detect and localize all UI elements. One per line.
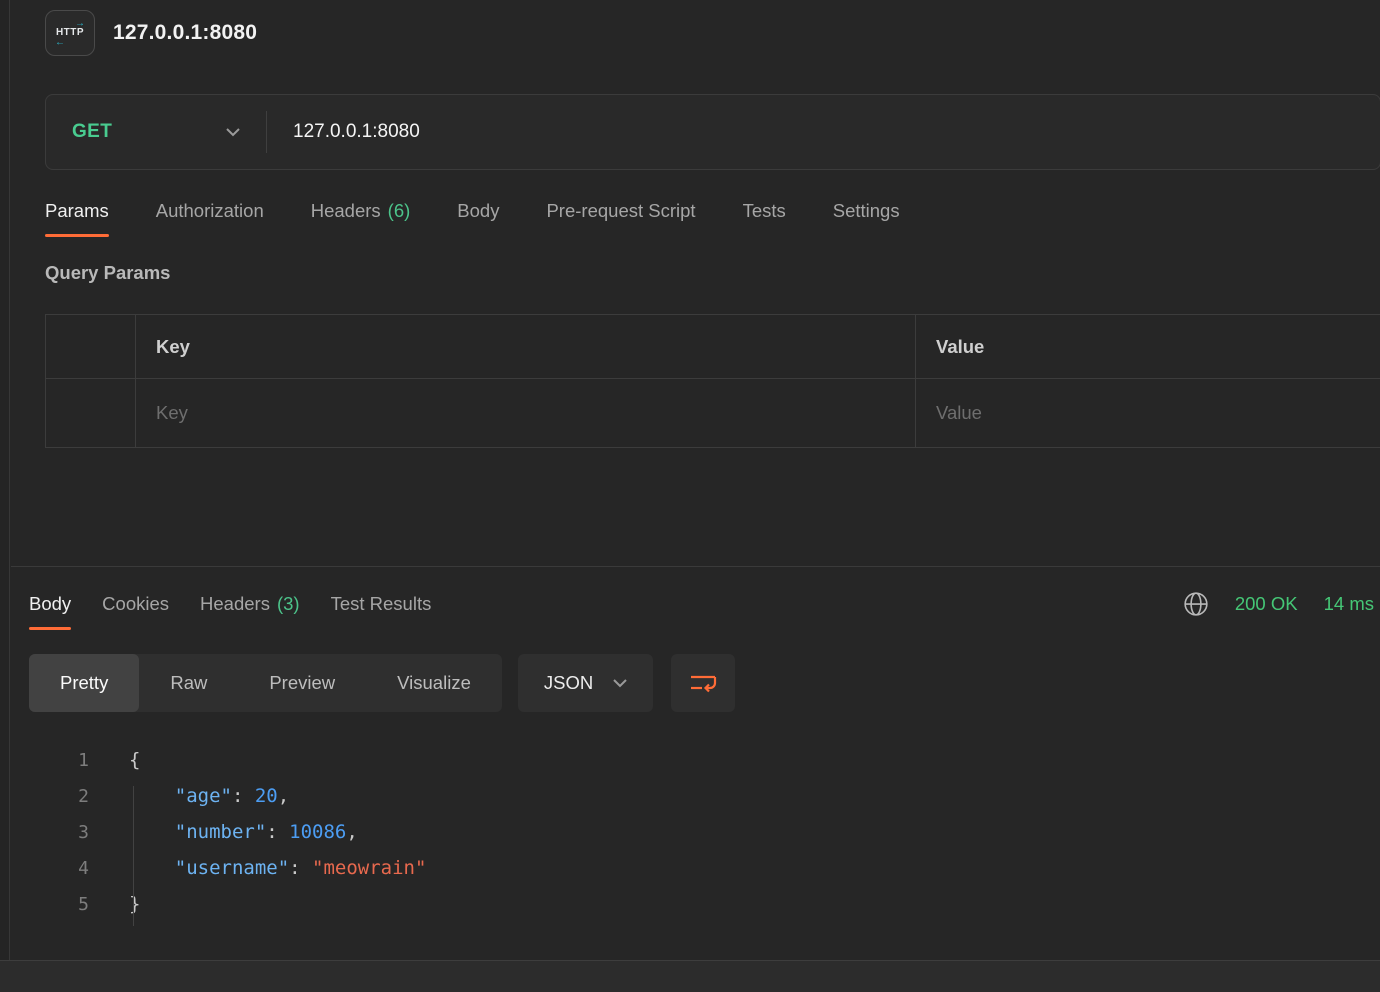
url-input[interactable] — [267, 121, 1380, 143]
response-time-badge[interactable]: 14 ms — [1324, 593, 1374, 615]
url-bar: GET — [45, 94, 1380, 170]
checkbox-column-header — [46, 315, 136, 379]
tab-headers[interactable]: Headers(6) — [311, 200, 411, 237]
method-select[interactable]: GET — [46, 95, 266, 169]
status-badge[interactable]: 200 OK — [1235, 593, 1298, 615]
response-tab-test-results[interactable]: Test Results — [331, 593, 432, 630]
response-tab-body[interactable]: Body — [29, 593, 71, 630]
value-column-header: Value — [916, 315, 1380, 379]
wrap-lines-button[interactable] — [671, 654, 735, 712]
line-number: 2 — [29, 786, 89, 807]
code-line: 3 "number": 10086, — [29, 814, 1380, 850]
response-body-code[interactable]: 1 { 2 "age": 20, 3 "number": 10086, 4 "u… — [29, 742, 1380, 922]
http-request-icon: → HTTP ← — [45, 10, 95, 56]
chevron-down-icon — [613, 679, 627, 688]
response-headers-count-badge: (3) — [277, 593, 300, 614]
row-checkbox-cell — [46, 379, 136, 447]
globe-icon[interactable] — [1183, 591, 1209, 617]
tab-pre-request-script[interactable]: Pre-request Script — [546, 200, 695, 237]
response-tab-headers[interactable]: Headers(3) — [200, 593, 300, 630]
value-placeholder: Value — [936, 402, 982, 424]
response-meta: 200 OK 14 ms — [1183, 591, 1380, 617]
format-label: JSON — [544, 672, 593, 694]
arrow-left-icon: ← — [55, 39, 65, 46]
tab-params[interactable]: Params — [45, 200, 109, 237]
request-header: → HTTP ← 127.0.0.1:8080 — [45, 8, 1380, 58]
line-number: 3 — [29, 822, 89, 843]
response-pane: Body Cookies Headers(3) Test Results 200… — [29, 593, 1380, 922]
view-tab-pretty[interactable]: Pretty — [29, 654, 139, 712]
view-tab-raw[interactable]: Raw — [139, 654, 238, 712]
indent-guide — [133, 786, 134, 926]
wrap-lines-icon — [689, 673, 717, 693]
sidebar-edge — [0, 0, 10, 992]
line-number: 4 — [29, 858, 89, 879]
response-pane-divider — [11, 566, 1380, 567]
key-placeholder: Key — [156, 402, 188, 424]
chevron-down-icon — [226, 128, 240, 137]
code-line: 2 "age": 20, — [29, 778, 1380, 814]
view-mode-group: Pretty Raw Preview Visualize — [29, 654, 502, 712]
method-label: GET — [72, 121, 112, 143]
arrow-right-icon: → — [75, 20, 85, 27]
value-input-cell[interactable]: Value — [916, 379, 1380, 447]
request-pane: → HTTP ← 127.0.0.1:8080 GET Params Autho… — [11, 0, 1380, 922]
code-line: 1 { — [29, 742, 1380, 778]
query-params-heading: Query Params — [45, 262, 1380, 284]
key-column-header: Key — [136, 315, 916, 379]
view-tab-preview[interactable]: Preview — [238, 654, 366, 712]
line-number: 5 — [29, 894, 89, 915]
key-input-cell[interactable]: Key — [136, 379, 916, 447]
response-tab-cookies[interactable]: Cookies — [102, 593, 169, 630]
query-params-table: Key Value Key Value — [45, 314, 1380, 448]
code-line: 4 "username": "meowrain" — [29, 850, 1380, 886]
view-tab-visualize[interactable]: Visualize — [366, 654, 502, 712]
tab-tests[interactable]: Tests — [743, 200, 786, 237]
tab-body[interactable]: Body — [457, 200, 499, 237]
headers-count-badge: (6) — [388, 200, 411, 221]
response-tabs-row: Body Cookies Headers(3) Test Results 200… — [29, 593, 1380, 630]
code-line: 5 } — [29, 886, 1380, 922]
line-number: 1 — [29, 750, 89, 771]
tab-authorization[interactable]: Authorization — [156, 200, 264, 237]
response-view-bar: Pretty Raw Preview Visualize JSON — [29, 654, 1380, 712]
response-tabs: Body Cookies Headers(3) Test Results — [29, 593, 431, 630]
tab-settings[interactable]: Settings — [833, 200, 900, 237]
format-select[interactable]: JSON — [518, 654, 653, 712]
status-bar — [0, 960, 1380, 992]
request-title: 127.0.0.1:8080 — [113, 21, 257, 45]
request-tabs: Params Authorization Headers(6) Body Pre… — [45, 200, 1380, 237]
